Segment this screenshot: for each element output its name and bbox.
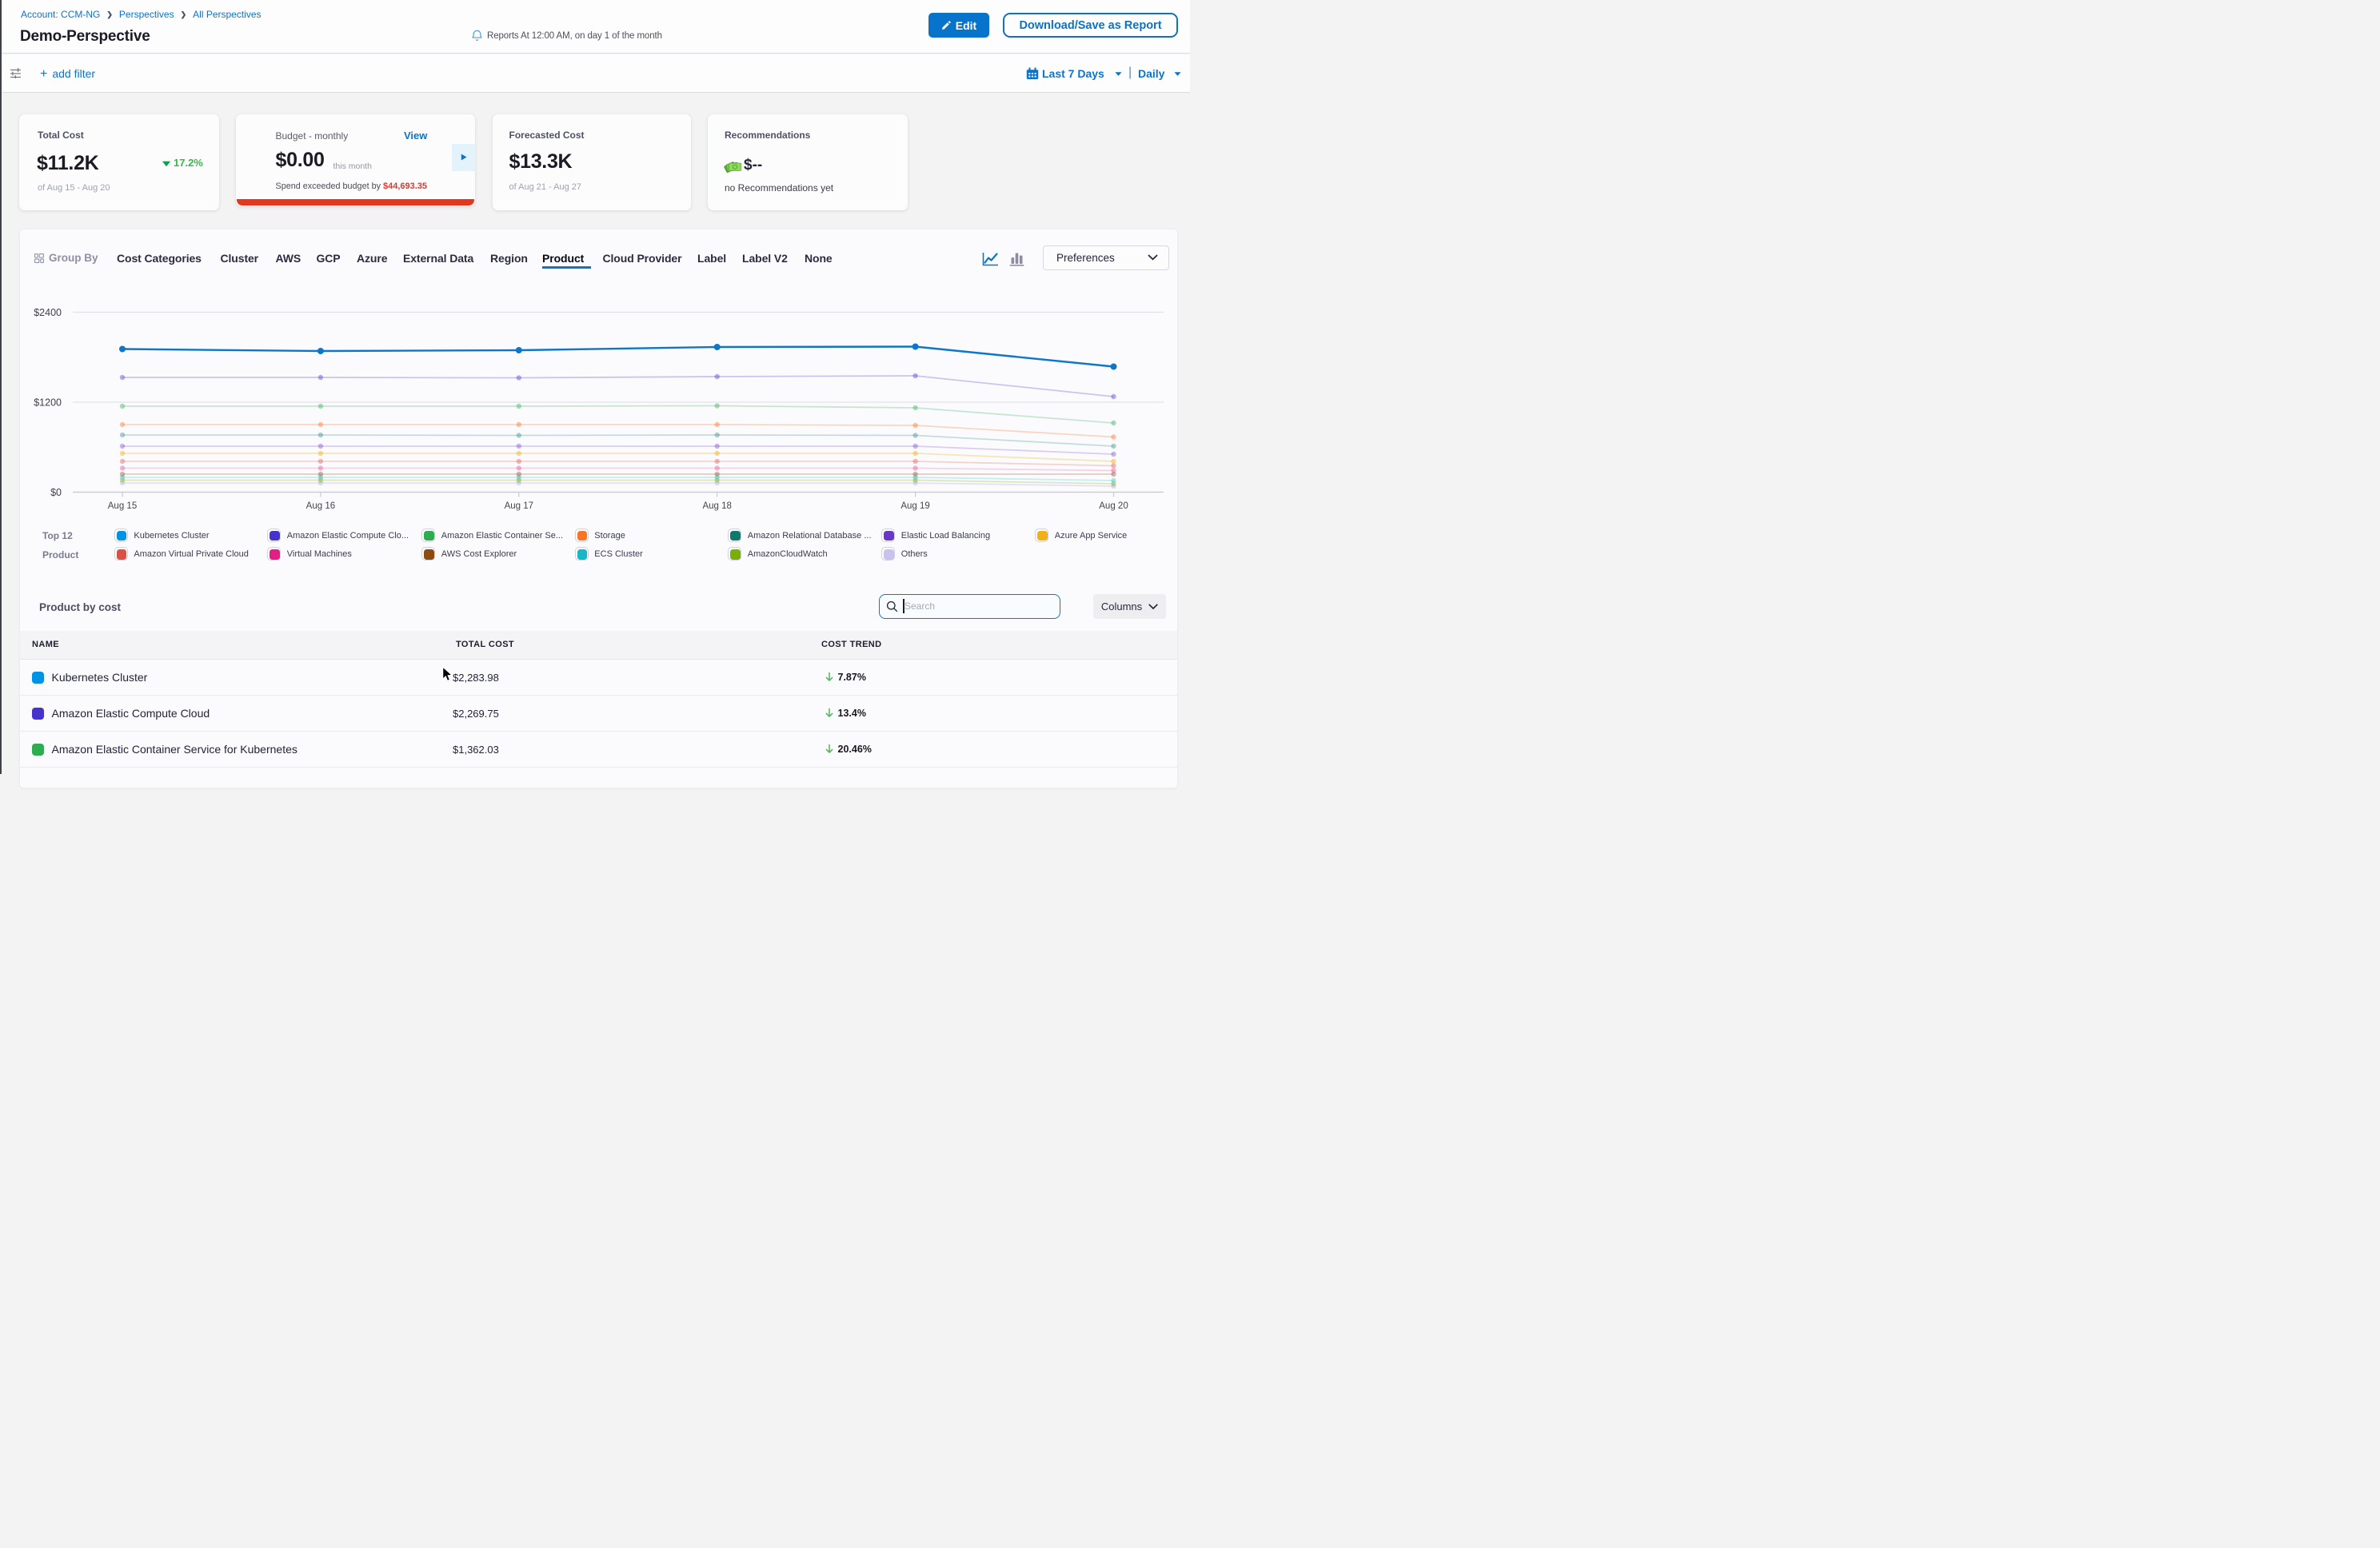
svg-text:Aug 17: Aug 17 xyxy=(505,501,533,511)
svg-text:Aug 15: Aug 15 xyxy=(108,501,137,511)
svg-text:$0: $0 xyxy=(50,487,62,498)
svg-text:$2400: $2400 xyxy=(34,307,62,318)
svg-text:$1200: $1200 xyxy=(34,397,62,409)
svg-text:Aug 20: Aug 20 xyxy=(1099,501,1128,511)
svg-text:Aug 16: Aug 16 xyxy=(306,501,335,511)
svg-text:Aug 19: Aug 19 xyxy=(900,501,929,511)
svg-text:Aug 18: Aug 18 xyxy=(702,501,731,511)
